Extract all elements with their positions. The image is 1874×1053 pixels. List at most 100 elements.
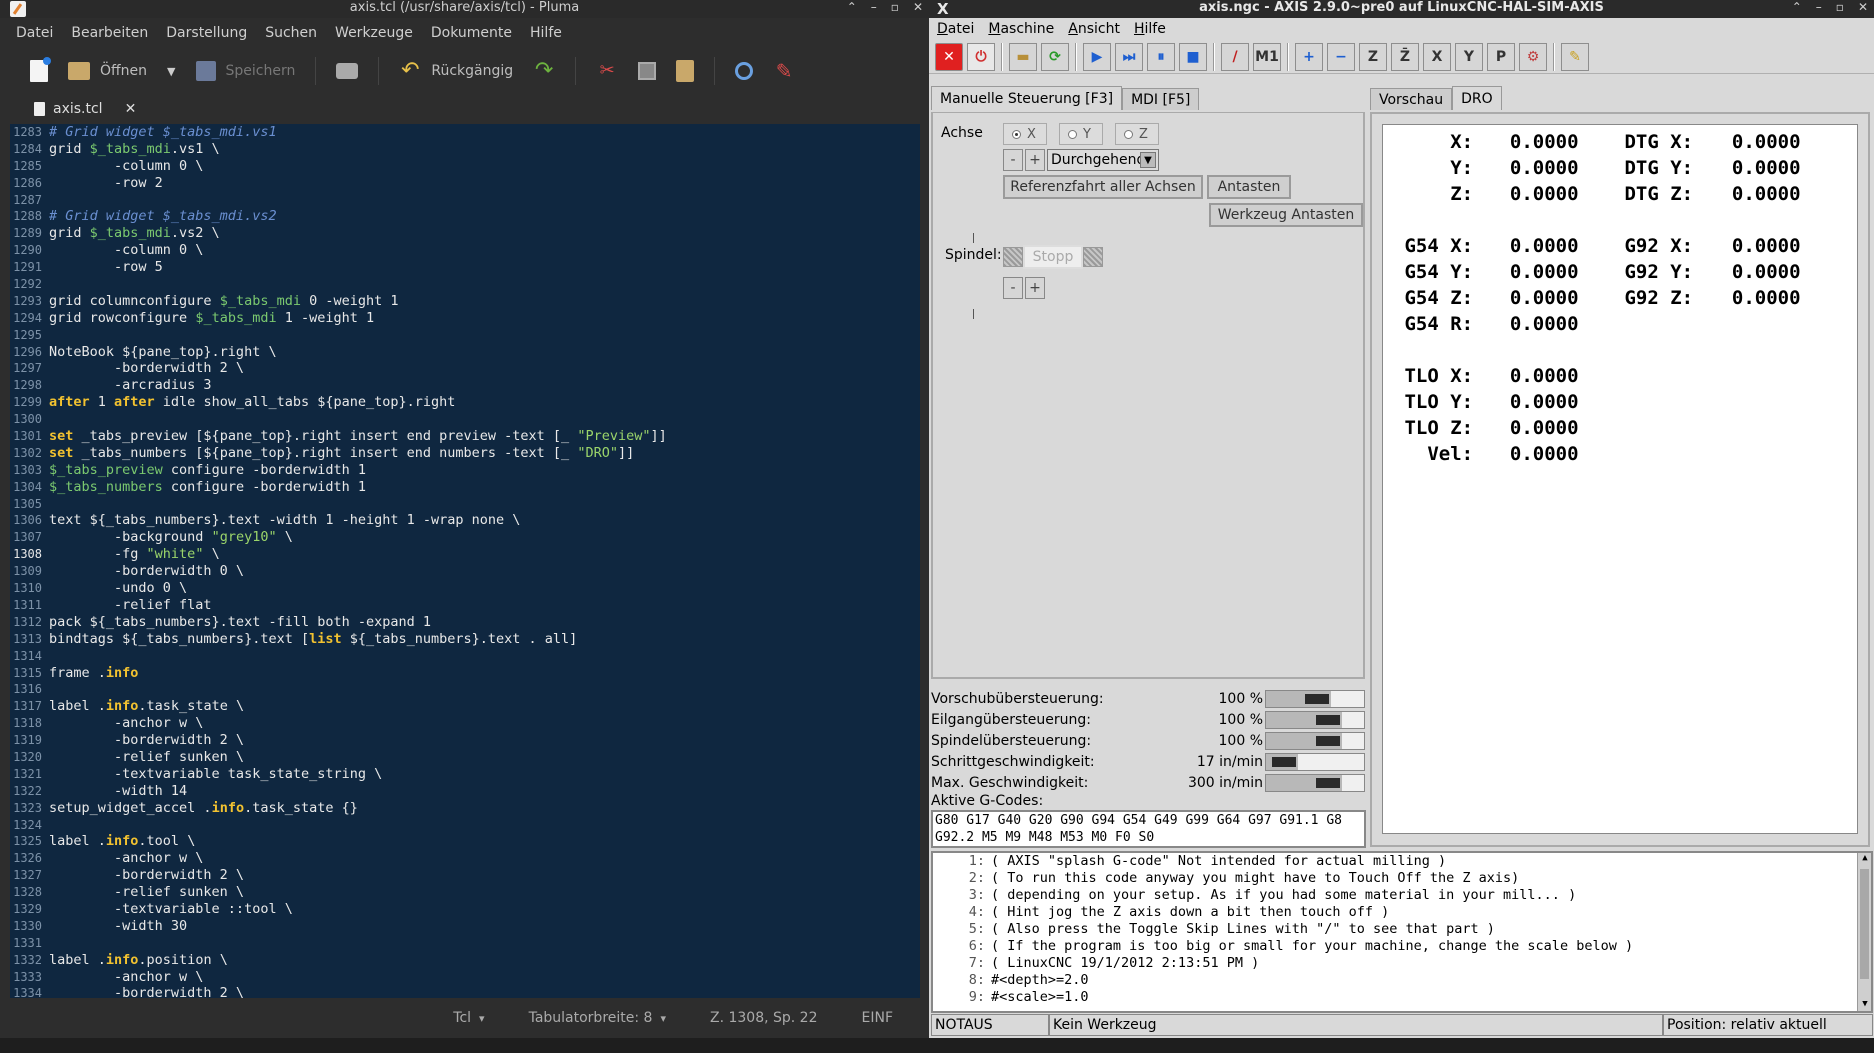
code-line[interactable]: 1286 -row 2 <box>10 175 920 192</box>
code-line[interactable]: 1310 -undo 0 \ <box>10 580 920 597</box>
code-line[interactable]: 1303 $_tabs_preview configure -borderwidt… <box>10 462 920 479</box>
run-button[interactable]: ▶ <box>1083 42 1111 71</box>
override-slider[interactable] <box>1265 774 1365 792</box>
undo-button[interactable]: ↶ Rückgängig <box>393 56 519 86</box>
minimize-button[interactable]: – <box>871 0 877 14</box>
program-line[interactable]: 6: ( If the program is too big or small f… <box>933 938 1871 955</box>
menu-suchen[interactable]: Suchen <box>265 25 317 41</box>
slider-thumb[interactable] <box>1314 776 1342 790</box>
chevron-down-icon[interactable]: ▼ <box>167 65 175 78</box>
zoom-out-button[interactable]: − <box>1327 42 1355 71</box>
menu-dokumente[interactable]: Dokumente <box>431 25 512 41</box>
menu-datei[interactable]: Datei <box>937 21 974 37</box>
override-slider[interactable] <box>1265 690 1365 708</box>
code-line[interactable]: 1304 $_tabs_numbers configure -borderwidt… <box>10 479 920 496</box>
machine-power-button[interactable]: ⏻ <box>967 42 995 71</box>
axis-radio-z[interactable]: Z <box>1115 123 1159 145</box>
pause-button[interactable]: ⏸ <box>1147 42 1175 71</box>
program-line[interactable]: 7: ( LinuxCNC 19/1/2012 2:13:51 PM ) <box>933 955 1871 972</box>
code-line[interactable]: 1288 # Grid widget $_tabs_mdi.vs2 <box>10 208 920 225</box>
code-line[interactable]: 1321 -textvariable task_state_string \ <box>10 766 920 783</box>
save-button[interactable]: Speichern <box>190 57 302 85</box>
language-selector[interactable]: Tcl <box>431 1010 506 1026</box>
code-line[interactable]: 1324 <box>10 817 920 834</box>
override-slider[interactable] <box>1265 753 1365 771</box>
clear-backplot-button[interactable]: ✎ <box>1561 42 1589 71</box>
code-line[interactable]: 1302 set _tabs_numbers [${pane_top}.right… <box>10 445 920 462</box>
cut-button[interactable]: ✂ <box>590 56 624 86</box>
menu-hilfe[interactable]: Hilfe <box>530 25 562 41</box>
stop-button[interactable]: ■ <box>1179 42 1207 71</box>
code-line[interactable]: 1317 label .info.task_state \ <box>10 698 920 715</box>
code-line[interactable]: 1284 grid $_tabs_mdi.vs1 \ <box>10 141 920 158</box>
code-line[interactable]: 1330 -width 30 <box>10 918 920 935</box>
code-line[interactable]: 1294 grid rowconfigure $_tabs_mdi 1 -weig… <box>10 310 920 327</box>
code-line[interactable]: 1305 <box>10 496 920 513</box>
maximize-up-icon[interactable]: ⌃ <box>847 0 857 14</box>
code-line[interactable]: 1334 -borderwidth 2 \ <box>10 985 920 998</box>
jog-plus-button[interactable]: + <box>1025 149 1045 171</box>
code-line[interactable]: 1320 -relief sunken \ <box>10 749 920 766</box>
home-all-button[interactable]: Referenzfahrt aller Achsen <box>1003 175 1203 199</box>
block-delete-button[interactable]: / <box>1221 42 1249 71</box>
menu-maschine[interactable]: Maschine <box>988 21 1054 37</box>
code-line[interactable]: 1295 <box>10 327 920 344</box>
code-line[interactable]: 1297 -borderwidth 2 \ <box>10 360 920 377</box>
code-line[interactable]: 1323 setup_widget_accel .info.task_state … <box>10 800 920 817</box>
code-line[interactable]: 1312 pack ${_tabs_numbers}.text -fill bot… <box>10 614 920 631</box>
code-line[interactable]: 1296 NoteBook ${pane_top}.right \ <box>10 344 920 361</box>
open-file-button[interactable]: ▬ <box>1009 42 1037 71</box>
code-line[interactable]: 1290 -column 0 \ <box>10 242 920 259</box>
open-button[interactable]: Öffnen ▼ <box>62 58 182 84</box>
code-line[interactable]: 1331 <box>10 935 920 952</box>
code-line[interactable]: 1329 -textvariable ::tool \ <box>10 901 920 918</box>
view-y-button[interactable]: Y <box>1455 42 1483 71</box>
gcode-program-view[interactable]: 1: ( AXIS "splash G-code" Not intended fo… <box>931 851 1873 1013</box>
code-line[interactable]: 1301 set _tabs_preview [${pane_top}.right… <box>10 428 920 445</box>
program-line[interactable]: 5: ( Also press the Toggle Skip Lines wit… <box>933 921 1871 938</box>
spindle-stop-button[interactable]: Stopp <box>1023 245 1083 269</box>
view-z-button[interactable]: Z <box>1359 42 1387 71</box>
tab-axis-tcl[interactable]: axis.tcl ✕ <box>28 96 142 122</box>
spindle-minus-button[interactable]: - <box>1003 277 1023 299</box>
code-line[interactable]: 1287 <box>10 192 920 209</box>
code-line[interactable]: 1332 label .info.position \ <box>10 952 920 969</box>
program-line[interactable]: 1: ( AXIS "splash G-code" Not intended fo… <box>933 853 1871 870</box>
code-line[interactable]: 1285 -column 0 \ <box>10 158 920 175</box>
view-p-button[interactable]: P <box>1487 42 1515 71</box>
override-slider[interactable] <box>1265 732 1365 750</box>
view-z2-button[interactable]: Z̄ <box>1391 42 1419 71</box>
code-line[interactable]: 1318 -anchor w \ <box>10 715 920 732</box>
code-editor[interactable]: 1283 # Grid widget $_tabs_mdi.vs1 1284 grid… <box>10 124 920 998</box>
code-line[interactable]: 1309 -borderwidth 0 \ <box>10 563 920 580</box>
code-line[interactable]: 1307 -background "grey10" \ <box>10 529 920 546</box>
spindle-cw-button[interactable] <box>1083 247 1103 267</box>
close-button[interactable]: ✕ <box>913 0 923 14</box>
axis-radio-y[interactable]: Y <box>1059 123 1103 145</box>
code-line[interactable]: 1327 -borderwidth 2 \ <box>10 867 920 884</box>
scroll-thumb[interactable] <box>1860 869 1869 979</box>
jog-increment-select[interactable]: Durchgehend ▼ <box>1047 149 1159 171</box>
find-button[interactable] <box>729 58 759 84</box>
optional-stop-button[interactable]: M1 <box>1253 42 1281 71</box>
program-scrollbar[interactable]: ▲ ▼ <box>1857 853 1871 1011</box>
scroll-up-icon[interactable]: ▲ <box>1859 853 1871 865</box>
tab-manual-control[interactable]: Manuelle Steuerung [F3] <box>931 86 1123 110</box>
code-line[interactable]: 1319 -borderwidth 2 \ <box>10 732 920 749</box>
maximize-up-icon[interactable]: ⌃ <box>1792 0 1802 14</box>
paste-button[interactable] <box>670 56 700 86</box>
program-line[interactable]: 8: #<depth>=2.0 <box>933 972 1871 989</box>
menu-ansicht[interactable]: Ansicht <box>1068 21 1120 37</box>
touch-off-button[interactable]: Antasten <box>1207 175 1291 199</box>
redo-button[interactable]: ↷ <box>527 56 561 86</box>
code-line[interactable]: 1292 <box>10 276 920 293</box>
jog-minus-button[interactable]: - <box>1003 149 1023 171</box>
tab-dro[interactable]: DRO <box>1452 86 1502 110</box>
replace-button[interactable]: ✎ <box>767 56 801 86</box>
tab-preview[interactable]: Vorschau <box>1370 88 1453 110</box>
code-line[interactable]: 1315 frame .info <box>10 665 920 682</box>
new-document-button[interactable] <box>24 56 54 86</box>
close-tab-icon[interactable]: ✕ <box>125 101 137 117</box>
estop-button[interactable]: ✕ <box>935 42 963 71</box>
restore-button[interactable]: ▫ <box>891 0 899 14</box>
